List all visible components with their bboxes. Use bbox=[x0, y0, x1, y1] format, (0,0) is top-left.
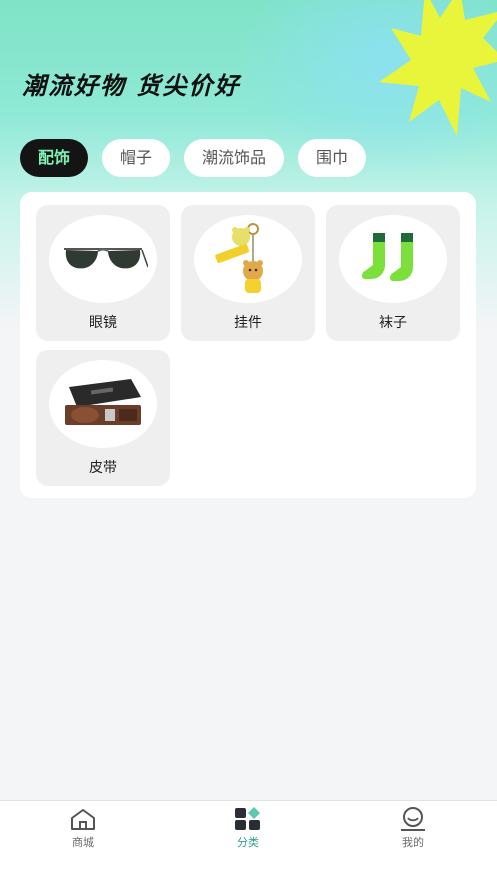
starburst-decoration bbox=[379, 0, 497, 136]
product-label: 袜子 bbox=[379, 315, 407, 331]
product-image bbox=[49, 360, 157, 448]
tabbar-label: 商城 bbox=[72, 836, 94, 849]
product-item-glasses[interactable]: 眼镜 bbox=[36, 205, 170, 341]
belt-gift-box-icon bbox=[65, 379, 141, 425]
tabbar-label: 分类 bbox=[237, 836, 259, 849]
product-image bbox=[339, 215, 447, 303]
tab-hats[interactable]: 帽子 bbox=[102, 139, 171, 177]
product-item-socks[interactable]: 袜子 bbox=[326, 205, 460, 341]
tabbar-label: 我的 bbox=[402, 836, 424, 849]
product-label: 皮带 bbox=[89, 460, 117, 476]
product-grid: 眼镜 挂件 袜子 皮带 bbox=[36, 205, 460, 486]
tab-scarves[interactable]: 围巾 bbox=[298, 139, 367, 177]
tabbar-item-category[interactable]: 分类 bbox=[208, 807, 288, 850]
product-label: 挂件 bbox=[234, 315, 262, 331]
slogan-title: 潮流好物 货尖价好 bbox=[22, 72, 241, 100]
tabbar-item-mall[interactable]: 商城 bbox=[43, 807, 123, 850]
home-icon bbox=[43, 807, 123, 831]
product-image bbox=[194, 215, 302, 303]
sunglasses-icon bbox=[64, 248, 148, 269]
tab-trendy-jewelry[interactable]: 潮流饰品 bbox=[184, 139, 285, 177]
profile-icon bbox=[373, 807, 453, 831]
tab-accessories[interactable]: 配饰 bbox=[20, 139, 89, 177]
socks-icon bbox=[362, 233, 413, 281]
category-icon bbox=[208, 807, 288, 831]
category-tabs: 配饰 帽子 潮流饰品 围巾 bbox=[20, 139, 367, 177]
product-panel: 眼镜 挂件 袜子 皮带 bbox=[20, 192, 476, 498]
product-item-belt[interactable]: 皮带 bbox=[36, 350, 170, 486]
bear-keychain-icon bbox=[215, 223, 263, 293]
tabbar-item-profile[interactable]: 我的 bbox=[373, 807, 453, 850]
product-label: 眼镜 bbox=[89, 315, 117, 331]
product-item-keychain[interactable]: 挂件 bbox=[181, 205, 315, 341]
bottom-tab-bar: 商城 分类 我的 bbox=[0, 800, 497, 884]
product-image bbox=[49, 215, 157, 303]
